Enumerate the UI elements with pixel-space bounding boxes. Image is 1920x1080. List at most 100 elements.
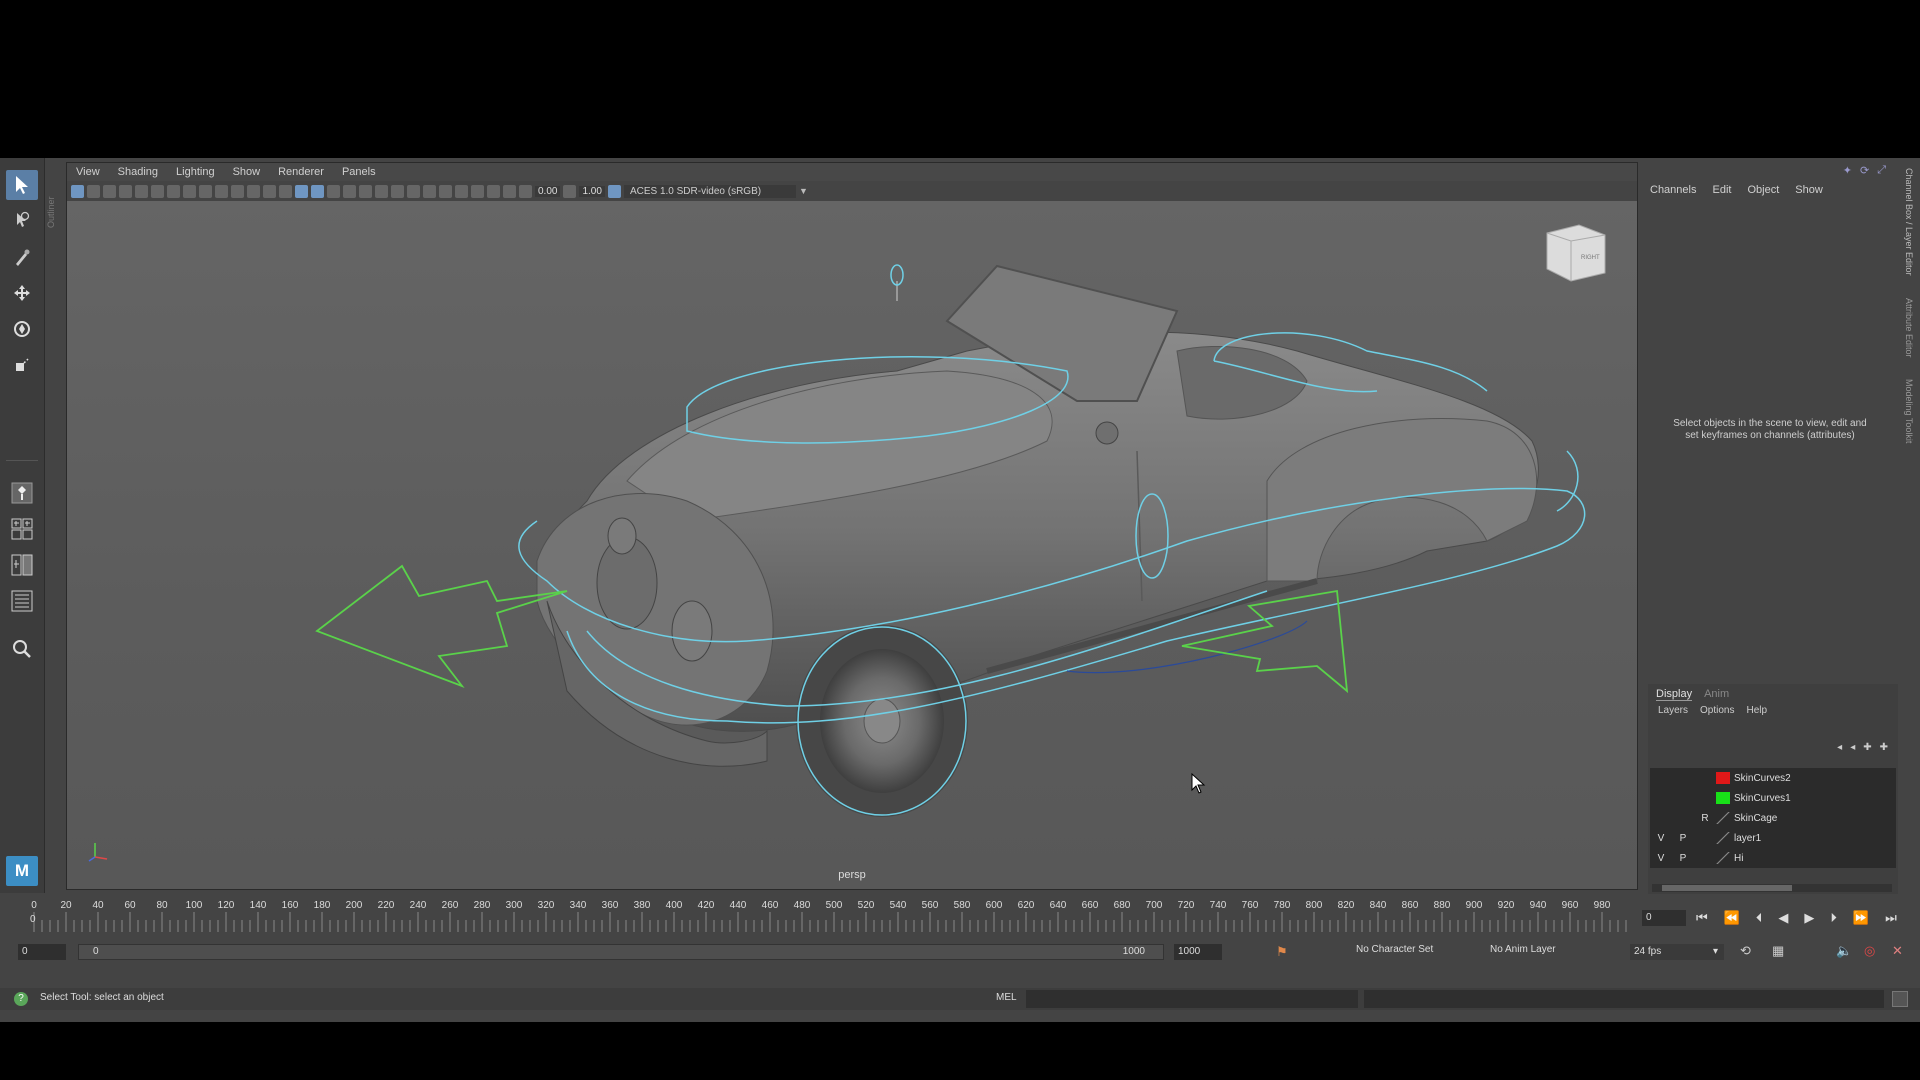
time-slider[interactable]: 0 20 40 60 80 100 120 140 160 180 200 220 240 260 280 3… <box>14 898 1634 932</box>
layer-row[interactable]: SkinCurves1 <box>1650 788 1896 808</box>
viewcube[interactable] <box>1546 224 1606 282</box>
playback-toggle[interactable]: P <box>1672 853 1694 864</box>
tab-anim[interactable]: Anim <box>1704 688 1729 701</box>
animation-start-field[interactable]: 0 <box>18 944 66 960</box>
range-slider[interactable]: 0 1000 <box>78 944 1164 960</box>
play-backwards-icon[interactable]: ◀ <box>1778 910 1788 926</box>
layer-row[interactable]: V P Hi <box>1650 848 1896 868</box>
default-material-icon[interactable] <box>311 184 324 198</box>
lasso-tool-icon[interactable] <box>6 206 38 236</box>
safe-action-icon[interactable] <box>247 184 260 198</box>
gamma-field[interactable]: 1.00 <box>579 185 605 197</box>
view-transform-dropdown[interactable]: ACES 1.0 SDR-video (sRGB) <box>623 184 796 198</box>
exposure-field[interactable]: 0.00 <box>535 185 561 197</box>
menu-renderer[interactable]: Renderer <box>269 166 333 178</box>
textured-icon[interactable] <box>343 184 356 198</box>
expand-icon[interactable]: ⤢ <box>1877 164 1886 177</box>
display-type-toggle[interactable]: R <box>1694 813 1716 824</box>
tab-attribute-editor[interactable]: Attribute Editor <box>1904 298 1914 358</box>
character-set-dropdown[interactable]: No Character Set <box>1356 944 1433 955</box>
outliner-layout-icon[interactable] <box>6 586 38 616</box>
tab-display[interactable]: Display <box>1656 688 1693 701</box>
cache-toggle-icon[interactable]: ◎ <box>1864 943 1875 959</box>
four-view-layout-icon[interactable] <box>6 514 38 544</box>
lights-icon[interactable] <box>359 184 372 198</box>
layer-color-swatch[interactable] <box>1716 812 1730 824</box>
safe-title-icon[interactable] <box>263 184 276 198</box>
bookmark-icon[interactable] <box>103 184 116 198</box>
visibility-toggle[interactable]: V <box>1650 853 1672 864</box>
paint-select-tool-icon[interactable] <box>6 242 38 272</box>
loop-icon[interactable]: ⟲ <box>1740 943 1751 959</box>
field-chart-icon[interactable] <box>231 184 244 198</box>
pin-icon[interactable]: ✦ <box>1843 164 1852 177</box>
tab-modeling-toolkit[interactable]: Modeling Toolkit <box>1904 379 1914 443</box>
menu-lighting[interactable]: Lighting <box>167 166 224 178</box>
xray-joints-icon[interactable] <box>487 184 500 198</box>
layer-row[interactable]: R SkinCage <box>1650 808 1896 828</box>
menu-channels[interactable]: Channels <box>1650 184 1696 196</box>
layer-row[interactable]: SkinCurves2 <box>1650 768 1896 788</box>
go-to-end-icon[interactable]: ⏭ <box>1885 910 1897 926</box>
visibility-toggle[interactable]: V <box>1650 833 1672 844</box>
select-tool-icon[interactable] <box>6 170 38 200</box>
single-perspective-view-icon[interactable] <box>6 478 38 508</box>
anim-layer-dropdown[interactable]: No Anim Layer <box>1490 944 1556 955</box>
2d-pan-zoom-icon[interactable] <box>135 184 148 198</box>
playback-toggle[interactable]: P <box>1672 833 1694 844</box>
menu-panels[interactable]: Panels <box>333 166 385 178</box>
color-management-icon[interactable] <box>607 184 621 198</box>
menu-layers[interactable]: Layers <box>1658 705 1688 716</box>
shadows-icon[interactable] <box>375 184 388 198</box>
layer-row[interactable]: V P layer1 <box>1650 828 1896 848</box>
move-layer-up-icon[interactable]: ◂ <box>1837 742 1842 753</box>
grease-pencil-icon[interactable] <box>151 184 164 198</box>
layer-color-swatch[interactable] <box>1716 772 1730 784</box>
screen-space-ao-icon[interactable] <box>391 184 404 198</box>
sync-icon[interactable]: ⟳ <box>1860 164 1869 177</box>
menu-object[interactable]: Object <box>1747 184 1779 196</box>
film-gate-icon[interactable] <box>183 184 196 198</box>
antialiasing-icon[interactable] <box>423 184 436 198</box>
tab-channel-box-layer-editor[interactable]: Channel Box / Layer Editor <box>1904 168 1914 276</box>
menu-options[interactable]: Options <box>1700 705 1734 716</box>
sound-icon[interactable]: 🔈 <box>1836 943 1852 959</box>
camera-attributes-icon[interactable] <box>87 184 100 198</box>
image-plane-icon[interactable] <box>119 184 132 198</box>
menu-edit[interactable]: Edit <box>1712 184 1731 196</box>
search-icon[interactable] <box>6 634 38 664</box>
grid-icon[interactable] <box>167 184 180 198</box>
xray-icon[interactable] <box>471 184 484 198</box>
wireframe-icon[interactable] <box>279 184 292 198</box>
menu-shading[interactable]: Shading <box>109 166 167 178</box>
3d-viewport[interactable]: RIGHT persp <box>67 201 1637 889</box>
current-frame-field[interactable]: 0 <box>1642 910 1686 926</box>
go-to-start-icon[interactable]: ⏮ <box>1696 910 1708 926</box>
xray-components-icon[interactable] <box>503 184 516 198</box>
chevron-down-icon[interactable]: ▼ <box>799 186 808 196</box>
car-model-scene[interactable] <box>67 201 1637 889</box>
playback-options-icon[interactable]: ▦ <box>1772 943 1784 959</box>
isolate-select-icon[interactable] <box>455 184 468 198</box>
command-language-label[interactable]: MEL <box>996 992 1017 1003</box>
scale-tool-icon[interactable] <box>6 350 38 380</box>
smooth-shade-icon[interactable] <box>295 184 308 198</box>
menu-show[interactable]: Show <box>224 166 270 178</box>
wireframe-on-shaded-icon[interactable] <box>327 184 340 198</box>
two-view-layout-icon[interactable] <box>6 550 38 580</box>
menu-help[interactable]: Help <box>1746 705 1767 716</box>
move-tool-icon[interactable] <box>6 278 38 308</box>
exposure-icon[interactable] <box>519 184 532 198</box>
scrollbar-thumb[interactable] <box>1662 885 1792 891</box>
resolution-gate-icon[interactable] <box>199 184 212 198</box>
select-camera-icon[interactable] <box>71 184 84 198</box>
new-layer-selected-icon[interactable]: ✚ <box>1880 742 1888 753</box>
move-layer-down-icon[interactable]: ◂ <box>1850 742 1855 753</box>
command-line-input[interactable] <box>1026 990 1358 1008</box>
script-editor-button[interactable] <box>1892 991 1908 1007</box>
new-empty-layer-icon[interactable]: ✚ <box>1863 742 1871 753</box>
rotate-tool-icon[interactable] <box>6 314 38 344</box>
maya-logo-icon[interactable]: M <box>6 856 38 886</box>
outliner-tab[interactable]: Outliner <box>46 168 58 228</box>
play-forwards-icon[interactable]: ▶ <box>1804 910 1814 926</box>
